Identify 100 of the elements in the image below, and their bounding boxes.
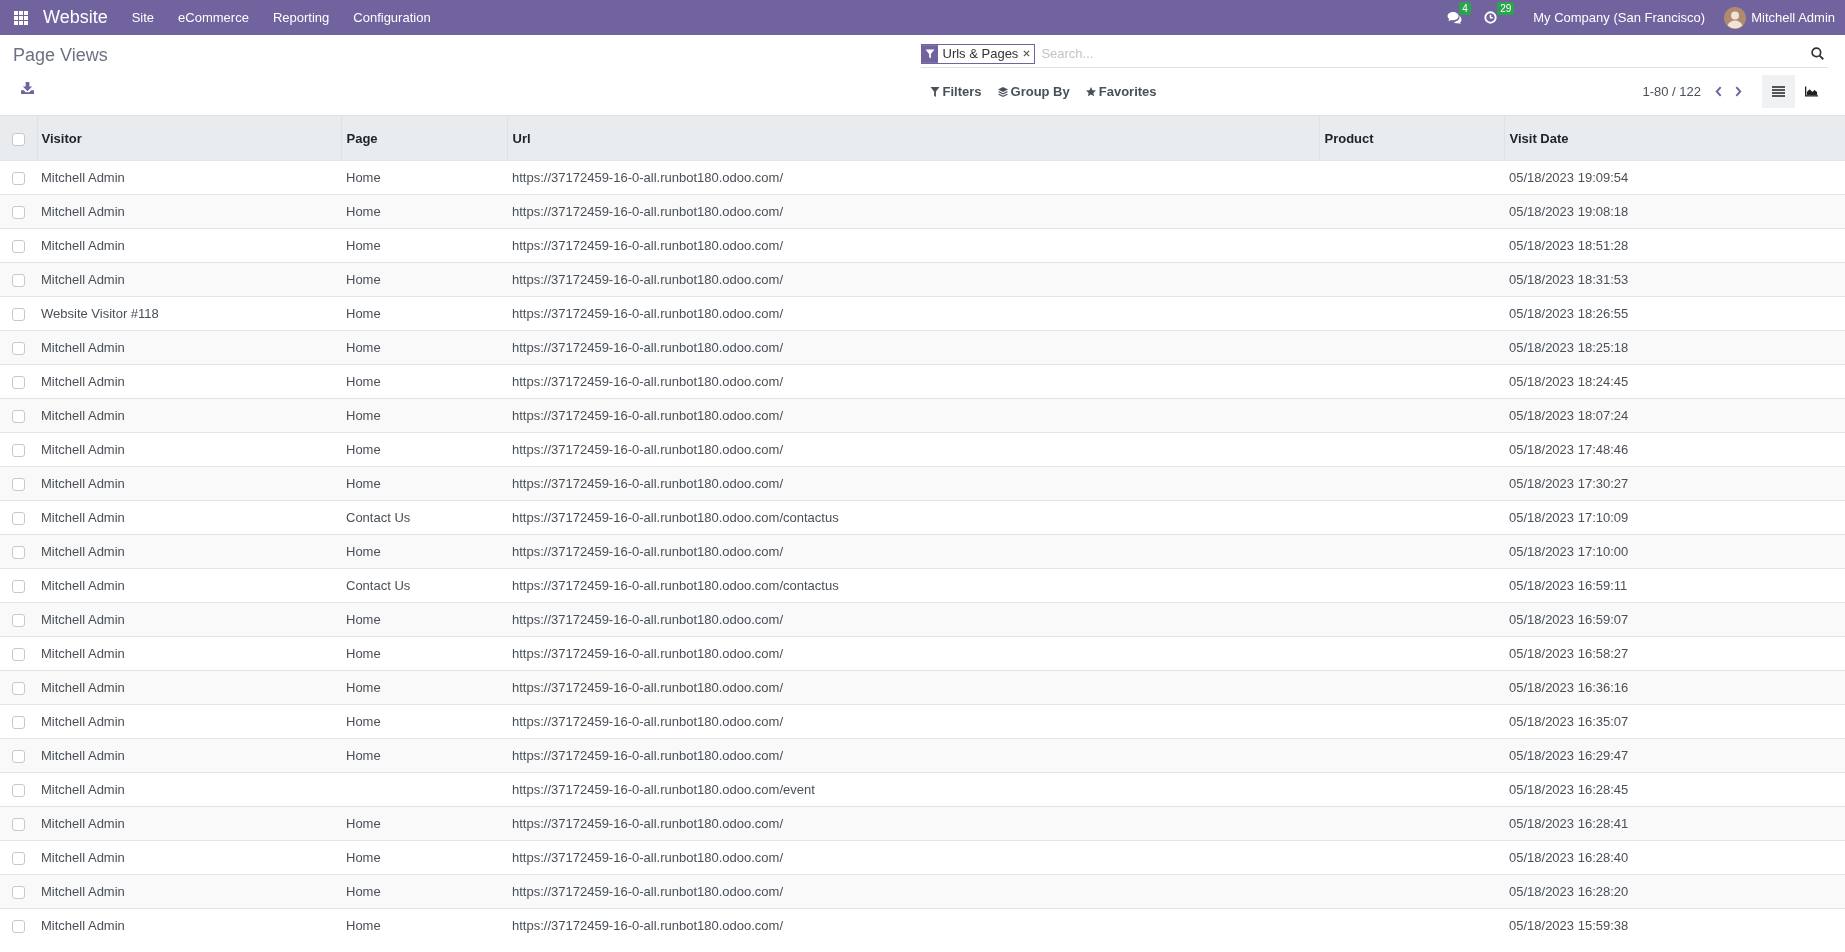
page-url: https://37172459-16-0-all.runbot180.odoo.com/	[512, 646, 784, 661]
row-checkbox[interactable]	[12, 614, 25, 628]
favorites-button[interactable]: Favorites	[1077, 75, 1165, 108]
row-checkbox[interactable]	[12, 852, 25, 866]
visit-date: 05/18/2023 18:24:45	[1509, 374, 1629, 389]
group-by-button[interactable]: Group By	[989, 75, 1078, 108]
search-facet[interactable]: Urls & Pages	[920, 43, 1036, 64]
row-checkbox[interactable]	[12, 920, 25, 934]
visit-date: 05/18/2023 17:10:09	[1509, 510, 1629, 525]
list-view-button[interactable]	[1762, 75, 1795, 108]
page-name: Contact Us	[346, 510, 411, 525]
visit-date: 05/18/2023 18:51:28	[1509, 238, 1629, 253]
page-url: https://37172459-16-0-all.runbot180.odoo.com/	[512, 612, 784, 627]
row-checkbox[interactable]	[12, 580, 25, 594]
column-header[interactable]: Url	[512, 130, 531, 146]
user-menu[interactable]: Mitchell Admin	[1751, 10, 1835, 25]
visit-date: 05/18/2023 17:48:46	[1509, 442, 1629, 457]
chat-icon[interactable]	[1447, 11, 1463, 24]
column-header[interactable]: Visit Date	[1509, 130, 1569, 146]
visit-date: 05/18/2023 16:59:07	[1509, 612, 1629, 627]
visitor-name: Website Visitor #118	[41, 306, 159, 321]
row-checkbox[interactable]	[12, 410, 25, 424]
row-checkbox[interactable]	[12, 342, 25, 356]
page-url: https://37172459-16-0-all.runbot180.odoo.com/	[512, 544, 784, 559]
row-checkbox[interactable]	[12, 206, 25, 220]
page-url: https://37172459-16-0-all.runbot180.odoo.com/	[512, 714, 784, 729]
page-url: https://37172459-16-0-all.runbot180.odoo.com/	[512, 680, 784, 695]
row-checkbox[interactable]	[12, 478, 25, 492]
list-icon	[1772, 86, 1785, 97]
page-url: https://37172459-16-0-all.runbot180.odoo.com/	[512, 748, 784, 763]
row-checkbox[interactable]	[12, 172, 25, 186]
visitor-name: Mitchell Admin	[41, 510, 125, 525]
chevron-right-icon[interactable]	[1735, 86, 1742, 97]
search-field[interactable]: Search...	[1039, 46, 1811, 61]
row-checkbox[interactable]	[12, 240, 25, 254]
page-url: https://37172459-16-0-all.runbot180.odoo.com/	[512, 918, 784, 934]
visit-date: 05/18/2023 18:31:53	[1509, 272, 1629, 287]
menu-item[interactable]: Reporting	[260, 10, 342, 25]
row-checkbox[interactable]	[12, 648, 25, 662]
row-checkbox[interactable]	[12, 274, 25, 288]
avatar-icon[interactable]	[1724, 6, 1747, 29]
clock-icon[interactable]	[1484, 11, 1498, 24]
row-checkbox[interactable]	[12, 546, 25, 560]
column-header[interactable]: Product	[1324, 130, 1374, 146]
visitor-name: Mitchell Admin	[41, 408, 125, 423]
star-icon	[1085, 86, 1096, 97]
select-all-checkbox[interactable]	[11, 132, 25, 146]
page-name: Home	[346, 646, 381, 661]
page-name: Home	[346, 544, 381, 559]
row-checkbox[interactable]	[12, 886, 25, 900]
row-checkbox[interactable]	[12, 308, 25, 322]
close-icon[interactable]	[1023, 50, 1031, 57]
page-title: Page Views	[13, 44, 108, 67]
facet-label: Urls & Pages	[941, 46, 1020, 61]
visitor-name: Mitchell Admin	[41, 918, 125, 934]
menu-item[interactable]: eCommerce	[166, 10, 261, 25]
row-checkbox[interactable]	[12, 444, 25, 458]
menu-item[interactable]: Configuration	[341, 10, 443, 25]
page-name: Home	[346, 306, 381, 321]
visit-date: 05/18/2023 16:28:41	[1509, 816, 1629, 831]
visit-date: 05/18/2023 16:28:20	[1509, 884, 1629, 899]
page-name: Home	[346, 170, 381, 185]
page-name: Home	[346, 850, 381, 865]
page-url: https://37172459-16-0-all.runbot180.odoo.com/	[512, 850, 784, 865]
visitor-name: Mitchell Admin	[41, 714, 125, 729]
page-name: Home	[346, 238, 381, 253]
row-checkbox[interactable]	[12, 750, 25, 764]
visitor-name: Mitchell Admin	[41, 612, 125, 627]
row-checkbox[interactable]	[12, 716, 25, 730]
row-checkbox[interactable]	[12, 376, 25, 390]
visit-date: 05/18/2023 16:29:47	[1509, 748, 1629, 763]
search-icon[interactable]	[1811, 47, 1824, 60]
app-name[interactable]: Website	[43, 7, 120, 28]
menu-item[interactable]: Site	[119, 10, 167, 25]
filters-button[interactable]: Filters	[920, 75, 990, 108]
visit-date: 05/18/2023 18:25:18	[1509, 340, 1629, 355]
row-checkbox[interactable]	[12, 682, 25, 696]
apps-menu-icon[interactable]	[14, 10, 28, 25]
row-checkbox[interactable]	[12, 512, 25, 526]
page-url: https://37172459-16-0-all.runbot180.odoo.com/	[512, 340, 784, 355]
column-header[interactable]: Visitor	[41, 130, 82, 146]
row-checkbox[interactable]	[12, 818, 25, 832]
page-name: Home	[346, 442, 381, 457]
chevron-left-icon[interactable]	[1715, 86, 1722, 97]
company-switcher[interactable]: My Company (San Francisco)	[1533, 10, 1706, 25]
row-checkbox[interactable]	[12, 784, 25, 798]
visitor-name: Mitchell Admin	[41, 782, 125, 797]
visit-date: 05/18/2023 19:08:18	[1509, 204, 1629, 219]
column-header[interactable]: Page	[346, 130, 378, 146]
visit-date: 05/18/2023 16:36:16	[1509, 680, 1629, 695]
page-url: https://37172459-16-0-all.runbot180.odoo.com/	[512, 816, 784, 831]
page-name: Home	[346, 918, 381, 934]
pager-value[interactable]: 1-80 / 122	[1642, 84, 1701, 99]
download-icon[interactable]	[21, 82, 34, 94]
visitor-name: Mitchell Admin	[41, 884, 125, 899]
page-url: https://37172459-16-0-all.runbot180.odoo.com/	[512, 306, 784, 321]
visit-date: 05/18/2023 15:59:38	[1509, 918, 1629, 934]
page-name: Home	[346, 748, 381, 763]
visitor-name: Mitchell Admin	[41, 544, 125, 559]
visit-date: 05/18/2023 17:30:27	[1509, 476, 1629, 491]
